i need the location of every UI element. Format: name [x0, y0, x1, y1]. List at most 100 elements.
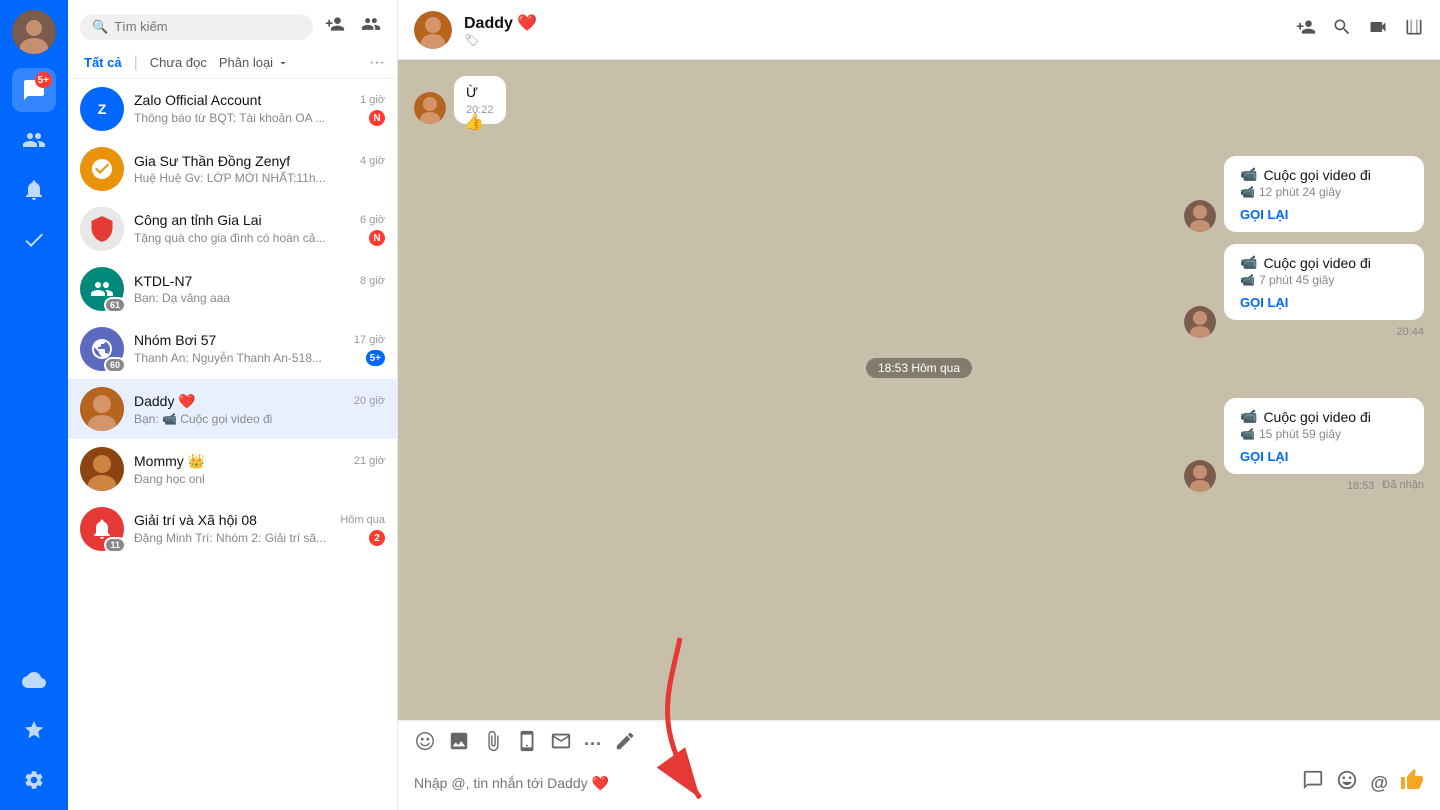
- message-row-sent: 📹 Cuộc gọi video đi 📹 12 phút 24 giây GỌ…: [414, 156, 1424, 232]
- chat-avatar: Z: [80, 87, 124, 131]
- create-group-btn[interactable]: [357, 10, 385, 43]
- chat-header-actions: [1296, 17, 1424, 42]
- call-bubble: 📹 Cuộc gọi video đi 📹 7 phút 45 giây GỌI…: [1224, 244, 1424, 320]
- search-input[interactable]: [114, 19, 301, 34]
- chat-time: 17 giờ: [354, 334, 385, 346]
- image-btn[interactable]: [448, 730, 470, 758]
- chat-time: 1 giờ: [360, 94, 385, 106]
- reaction: 👍: [464, 112, 484, 132]
- search-box[interactable]: 🔍: [80, 14, 313, 40]
- chat-name: Mommy 👑: [134, 453, 205, 470]
- filter-bar: Tất cả | Chưa đọc Phân loại ···: [68, 49, 397, 79]
- call-back-btn[interactable]: GỌI LẠI: [1240, 449, 1408, 464]
- add-member-btn[interactable]: [1296, 17, 1316, 42]
- call-bubble: 📹 Cuộc gọi video đi 📹 15 phút 59 giây GỌ…: [1224, 398, 1424, 474]
- message-row-sent: 📹 Cuộc gọi video đi 📹 7 phút 45 giây GỌI…: [414, 244, 1424, 338]
- message-input[interactable]: [414, 775, 1294, 791]
- msg-avatar: [1184, 306, 1216, 338]
- chat-item-mommy[interactable]: Mommy 👑 21 giờ Đang học onl: [68, 439, 397, 499]
- message-row-sent: 📹 Cuộc gọi video đi 📹 15 phút 59 giây GỌ…: [414, 398, 1424, 492]
- chat-header: Daddy ❤️ 🏷: [398, 0, 1440, 60]
- video-call-btn[interactable]: [1368, 17, 1388, 42]
- chat-item-daddy[interactable]: Daddy ❤️ 20 giờ Bạn: 📹 Cuộc gọi video đi: [68, 379, 397, 439]
- call-duration: 📹 15 phút 59 giây: [1240, 427, 1408, 441]
- chat-time: 6 giờ: [360, 214, 385, 226]
- message-row-received: Ừ 20:22 👍: [414, 76, 1424, 124]
- msg-avatar: [414, 92, 446, 124]
- chat-avatar: 60: [80, 327, 124, 371]
- call-back-btn[interactable]: GỌI LẠI: [1240, 295, 1408, 310]
- message-time: 18:53: [1347, 480, 1375, 492]
- chat-avatar: 61: [80, 267, 124, 311]
- chat-avatar: [80, 147, 124, 191]
- chat-main: Daddy ❤️ 🏷: [398, 0, 1440, 810]
- chat-preview: Thanh An: Nguyễn Thanh An-518...: [134, 351, 322, 365]
- sticker-btn[interactable]: [414, 730, 436, 758]
- chat-name: Gia Sư Thần Đồng Zenyf: [134, 153, 290, 169]
- call-title: 📹 Cuộc gọi video đi: [1240, 408, 1408, 425]
- sidebar-todo-btn[interactable]: [12, 218, 56, 262]
- add-friend-btn[interactable]: [321, 10, 349, 43]
- attach-btn[interactable]: [482, 730, 504, 758]
- call-duration: 📹 7 phút 45 giây: [1240, 273, 1408, 287]
- screenshot-btn[interactable]: [516, 730, 538, 758]
- chat-name: KTDL-N7: [134, 273, 192, 289]
- icon-sidebar: 5+: [0, 0, 68, 810]
- chat-avatar: [80, 207, 124, 251]
- chat-time: 8 giờ: [360, 275, 385, 287]
- chat-preview: Bạn: 📹 Cuộc gọi video đi: [134, 412, 272, 426]
- sidebar-chat-btn[interactable]: 5+: [12, 68, 56, 112]
- search-icon: 🔍: [92, 19, 108, 35]
- info-panel-btn[interactable]: [1404, 17, 1424, 42]
- msg-avatar: [1184, 200, 1216, 232]
- chat-time: 21 giờ: [354, 455, 385, 467]
- reply-btn[interactable]: [1302, 769, 1324, 797]
- user-avatar[interactable]: [12, 10, 56, 54]
- contact-btn[interactable]: [550, 730, 572, 758]
- sidebar-settings-btn[interactable]: [12, 758, 56, 802]
- call-title: 📹 Cuộc gọi video đi: [1240, 166, 1408, 183]
- chat-time: 20 giờ: [354, 395, 385, 407]
- chat-list: Z Zalo Official Account 1 giờ Thông báo …: [68, 79, 397, 810]
- chat-time: Hôm qua: [340, 514, 385, 526]
- msg-avatar: [1184, 460, 1216, 492]
- draw-btn[interactable]: [614, 730, 636, 758]
- sidebar-contacts-btn[interactable]: [12, 118, 56, 162]
- chat-name: Nhóm Bơi 57: [134, 332, 216, 348]
- chat-item[interactable]: Công an tỉnh Gia Lai 6 giờ Tặng quà cho …: [68, 199, 397, 259]
- more-toolbar-btn[interactable]: ···: [584, 734, 602, 755]
- emoji-btn[interactable]: [1336, 769, 1358, 797]
- mention-btn[interactable]: @: [1370, 773, 1388, 794]
- unread-badge: 5+: [366, 350, 385, 366]
- sidebar-notification-btn[interactable]: [12, 168, 56, 212]
- search-chat-btn[interactable]: [1332, 17, 1352, 42]
- chat-item[interactable]: 61 KTDL-N7 8 giờ Bạn: Dạ vâng aaa: [68, 259, 397, 319]
- date-divider: 18:53 Hôm qua: [414, 358, 1424, 378]
- message-time: 20:44: [1396, 326, 1424, 338]
- like-btn[interactable]: [1400, 768, 1424, 798]
- filter-unread-btn[interactable]: Chưa đọc: [146, 53, 211, 72]
- sidebar-star-btn[interactable]: [12, 708, 56, 752]
- filter-all-btn[interactable]: Tất cả: [80, 53, 126, 72]
- message-status: Đã nhận: [1382, 479, 1424, 491]
- chat-name: Zalo Official Account: [134, 92, 261, 108]
- chat-item[interactable]: 11 Giải trí và Xã hội 08 Hôm qua Đặng Mi…: [68, 499, 397, 559]
- chat-preview: Đặng Minh Trí: Nhóm 2: Giải trí sã...: [134, 531, 326, 545]
- input-actions: @: [1302, 768, 1424, 798]
- chat-item[interactable]: 60 Nhóm Bơi 57 17 giờ Thanh An: Nguyễn T…: [68, 319, 397, 379]
- call-back-btn[interactable]: GỌI LẠI: [1240, 207, 1408, 222]
- classify-btn[interactable]: Phân loại: [219, 55, 289, 70]
- sidebar-cloud-btn[interactable]: [12, 658, 56, 702]
- chat-preview: Thông báo từ BQT: Tài khoản OA ...: [134, 111, 325, 125]
- chat-item[interactable]: Z Zalo Official Account 1 giờ Thông báo …: [68, 79, 397, 139]
- chat-item[interactable]: Gia Sư Thần Đồng Zenyf 4 giờ Huệ Huệ Gv:…: [68, 139, 397, 199]
- call-title: 📹 Cuộc gọi video đi: [1240, 254, 1408, 271]
- chat-badge: 5+: [35, 72, 52, 88]
- chat-list-header: 🔍: [68, 0, 397, 49]
- date-divider-text: 18:53 Hôm qua: [866, 358, 972, 378]
- more-options-btn[interactable]: ···: [369, 54, 385, 72]
- chat-preview: Tặng quà cho gia đình có hoàn cả...: [134, 231, 325, 245]
- chat-preview: Bạn: Dạ vâng aaa: [134, 291, 230, 305]
- messages-area: Ừ 20:22 👍 📹 Cuộc gọi video đi: [398, 60, 1440, 720]
- call-bubble: 📹 Cuộc gọi video đi 📹 12 phút 24 giây GỌ…: [1224, 156, 1424, 232]
